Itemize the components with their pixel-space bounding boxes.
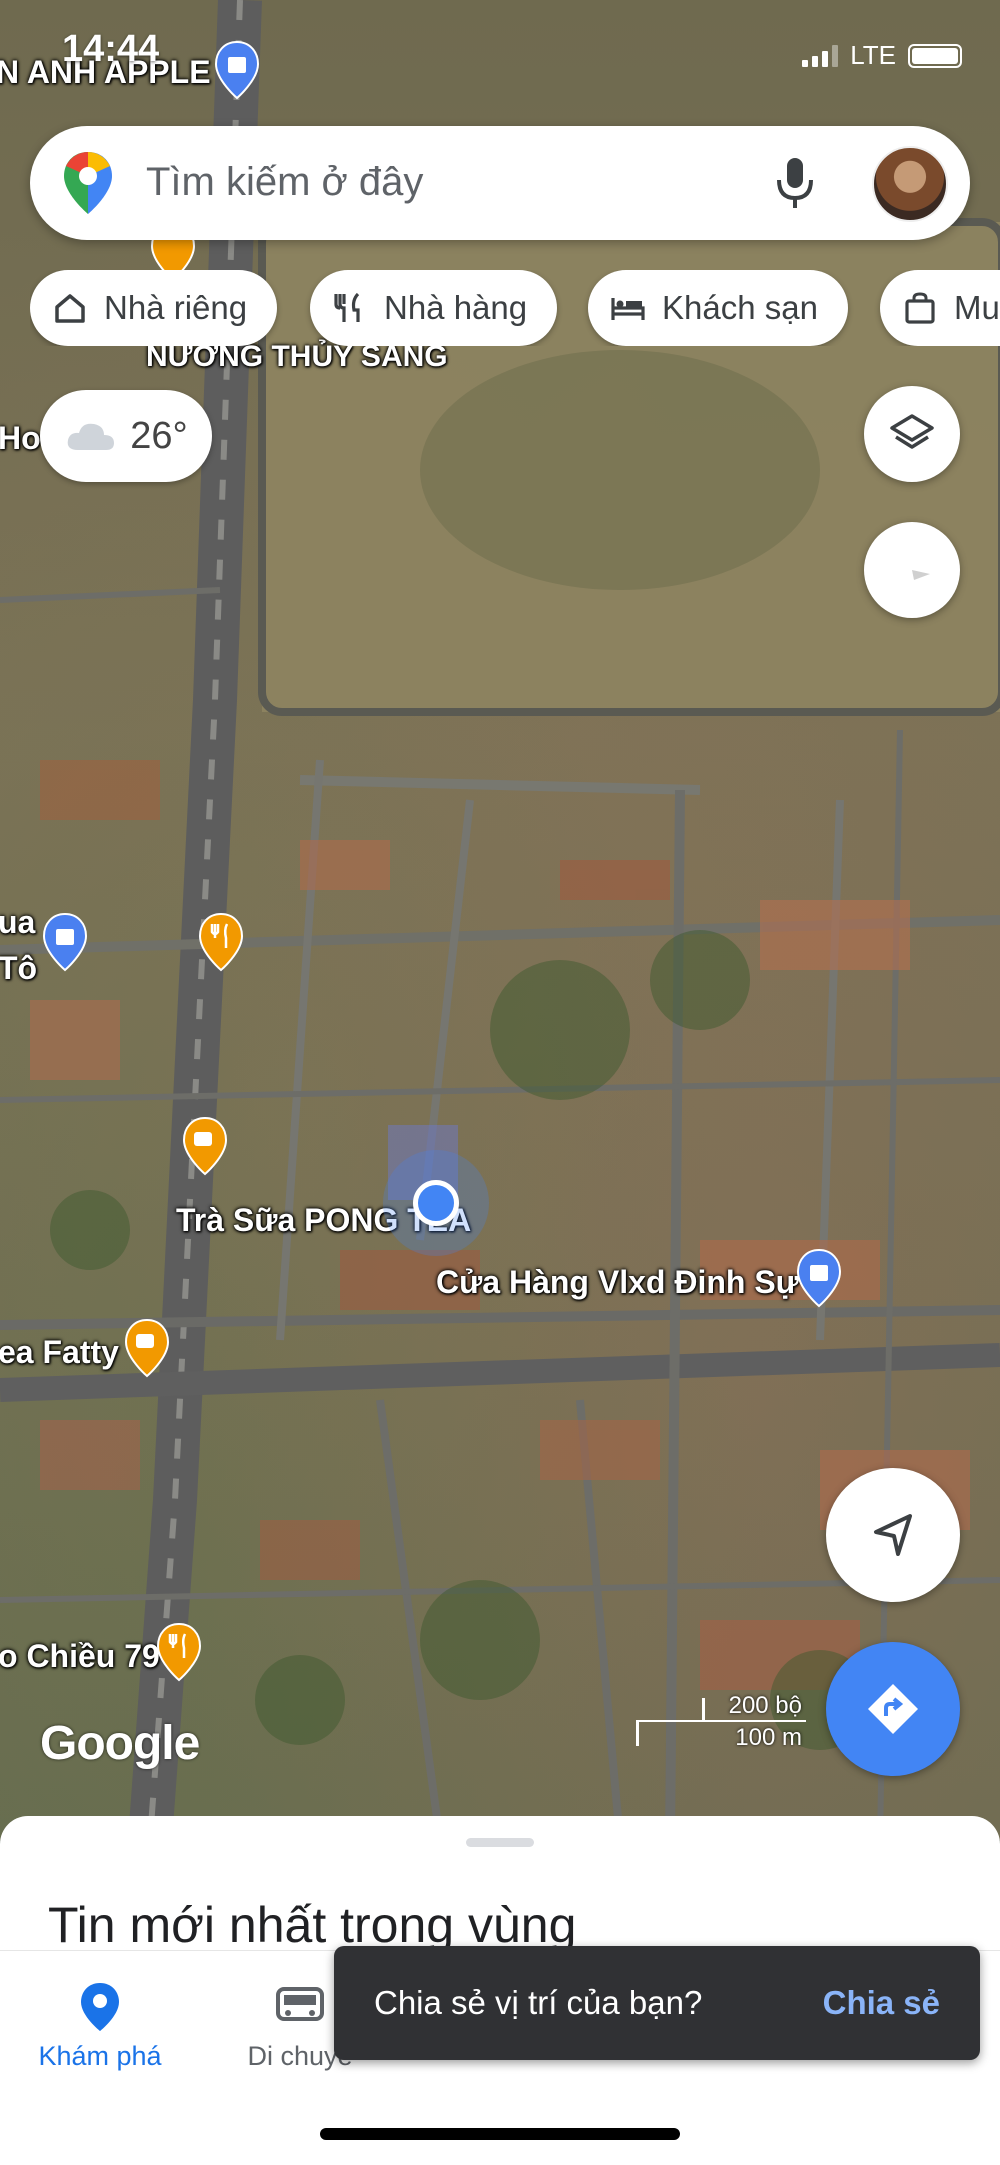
- nav-explore[interactable]: Khám phá: [30, 1981, 170, 2072]
- chip-home-label: Nhà riêng: [104, 289, 248, 326]
- cloud-icon: [67, 423, 115, 450]
- map-label-chieu[interactable]: o Chiều 79: [0, 1638, 160, 1675]
- home-indicator[interactable]: [320, 2128, 680, 2140]
- compass-button[interactable]: [864, 522, 960, 618]
- sheet-handle[interactable]: [466, 1838, 534, 1847]
- search-bar[interactable]: Tìm kiếm ở đây: [30, 126, 970, 240]
- shopping-poi-icon[interactable]: [214, 40, 260, 100]
- signal-icon: [802, 44, 839, 67]
- map-label-cua-hang[interactable]: Cửa Hàng Vlxd Đinh Sự: [436, 1264, 799, 1301]
- account-avatar[interactable]: [872, 146, 948, 222]
- scale-tick: [702, 1698, 705, 1722]
- share-button[interactable]: Chia sẻ: [823, 1984, 940, 2022]
- status-time: 14:44: [62, 28, 160, 70]
- weather-chip[interactable]: 26°: [40, 390, 212, 482]
- chip-hotel-label: Khách sạn: [662, 289, 818, 326]
- navigation-arrow-icon: [874, 1514, 912, 1556]
- scale-label-meters: 100 m: [735, 1724, 802, 1751]
- directions-button[interactable]: [826, 1642, 960, 1776]
- home-icon: [55, 294, 85, 323]
- my-location-button[interactable]: [826, 1468, 960, 1602]
- share-location-snackbar: Chia sẻ vị trí của bạn? Chia sẻ: [334, 1946, 980, 2060]
- google-attribution: Google: [40, 1717, 200, 1770]
- hotel-icon: [611, 298, 645, 320]
- scale-tick: [636, 1720, 639, 1746]
- shopping-poi-icon[interactable]: [796, 1248, 842, 1308]
- location-pin-icon: [81, 1983, 119, 2031]
- chip-restaurant[interactable]: Nhà hàng: [310, 270, 558, 346]
- map-label-to[interactable]: Tô: [0, 950, 37, 987]
- user-location-dot: [413, 1180, 459, 1226]
- restaurant-poi-icon[interactable]: [156, 1622, 202, 1682]
- shopping-bag-icon: [905, 292, 935, 324]
- search-input[interactable]: Tìm kiếm ở đây: [146, 160, 423, 205]
- chip-shopping[interactable]: Mu: [880, 270, 1000, 346]
- battery-icon: [908, 43, 962, 68]
- directions-icon: [868, 1684, 918, 1734]
- chip-shopping-label: Mu: [954, 289, 1000, 326]
- cafe-poi-icon[interactable]: [124, 1318, 170, 1378]
- map-label-tea-fatty[interactable]: ea Fatty: [0, 1334, 119, 1371]
- layers-button[interactable]: [864, 386, 960, 482]
- restaurant-icon: [334, 292, 360, 322]
- compass-icon: [894, 566, 930, 580]
- chip-hotel[interactable]: Khách sạn: [588, 270, 848, 346]
- map-scale: 200 bộ 100 m: [636, 1692, 806, 1751]
- cafe-poi-icon[interactable]: [182, 1116, 228, 1176]
- google-maps-pin-icon: [64, 152, 112, 214]
- weather-temperature: 26°: [130, 414, 188, 457]
- category-chips: Nhà riêng Nhà hàng Khách sạn Mu: [30, 270, 1000, 346]
- map-label-qua[interactable]: ua: [0, 904, 35, 941]
- commute-icon: [276, 1987, 324, 2021]
- scale-line: [636, 1720, 806, 1722]
- network-type: LTE: [850, 40, 896, 70]
- map-label-ho[interactable]: Ho: [0, 420, 41, 457]
- layers-icon: [890, 414, 934, 449]
- scale-label-feet: 200 bộ: [728, 1692, 802, 1719]
- microphone-icon[interactable]: [772, 154, 818, 212]
- restaurant-poi-icon[interactable]: [198, 912, 244, 972]
- chip-restaurant-label: Nhà hàng: [384, 289, 528, 326]
- snackbar-message: Chia sẻ vị trí của bạn?: [374, 1984, 703, 2021]
- nav-explore-label: Khám phá: [38, 2041, 162, 2071]
- status-indicators: LTE: [802, 40, 962, 71]
- chip-home[interactable]: Nhà riêng: [30, 270, 278, 346]
- shopping-poi-icon[interactable]: [42, 912, 88, 972]
